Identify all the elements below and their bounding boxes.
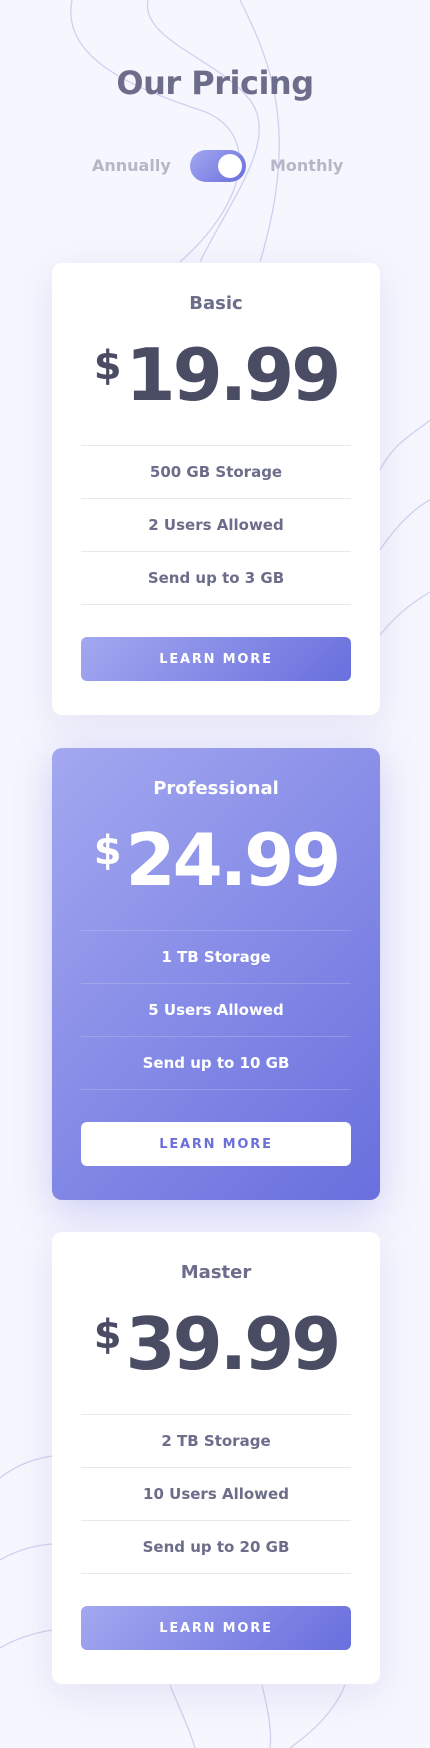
plan-name: Master	[180, 1262, 252, 1283]
feature-list: 1 TB Storage 5 Users Allowed Send up to …	[81, 930, 351, 1090]
learn-more-button-master[interactable]: LEARN MORE	[81, 1606, 351, 1650]
feature-item: 10 Users Allowed	[81, 1468, 351, 1521]
billing-period-toggle[interactable]	[190, 150, 246, 182]
feature-item: 2 Users Allowed	[81, 499, 351, 552]
feature-item: Send up to 20 GB	[81, 1521, 351, 1574]
price-amount: 24.99	[125, 818, 342, 902]
feature-item: 500 GB Storage	[81, 446, 351, 499]
feature-list: 2 TB Storage 10 Users Allowed Send up to…	[81, 1414, 351, 1574]
pricing-card-professional: Professional $24.99 1 TB Storage 5 Users…	[52, 748, 380, 1200]
feature-item: 2 TB Storage	[81, 1415, 351, 1468]
pricing-card-master: Master $39.99 2 TB Storage 10 Users Allo…	[52, 1232, 380, 1684]
feature-item: 1 TB Storage	[81, 931, 351, 984]
monthly-label[interactable]: Monthly	[270, 156, 343, 175]
plan-price: $19.99	[81, 331, 351, 431]
learn-more-button-professional[interactable]: LEARN MORE	[81, 1122, 351, 1166]
toggle-knob	[218, 154, 242, 178]
plan-price: $24.99	[81, 816, 351, 916]
price-amount: 39.99	[125, 1302, 342, 1386]
currency-symbol: $	[93, 343, 122, 389]
learn-more-button-basic[interactable]: LEARN MORE	[81, 637, 351, 681]
plan-name: Professional	[153, 778, 279, 799]
pricing-card-basic: Basic $19.99 500 GB Storage 2 Users Allo…	[52, 263, 380, 715]
feature-list: 500 GB Storage 2 Users Allowed Send up t…	[81, 445, 351, 605]
currency-symbol: $	[93, 828, 122, 874]
currency-symbol: $	[93, 1312, 122, 1358]
price-amount: 19.99	[125, 333, 342, 417]
page-title: Our Pricing	[116, 64, 314, 102]
feature-item: Send up to 3 GB	[81, 552, 351, 605]
feature-item: 5 Users Allowed	[81, 984, 351, 1037]
plan-price: $39.99	[81, 1300, 351, 1400]
billing-toggle-row: Annually Monthly	[0, 150, 430, 184]
plan-name: Basic	[189, 293, 243, 314]
feature-item: Send up to 10 GB	[81, 1037, 351, 1090]
annually-label[interactable]: Annually	[92, 156, 171, 175]
